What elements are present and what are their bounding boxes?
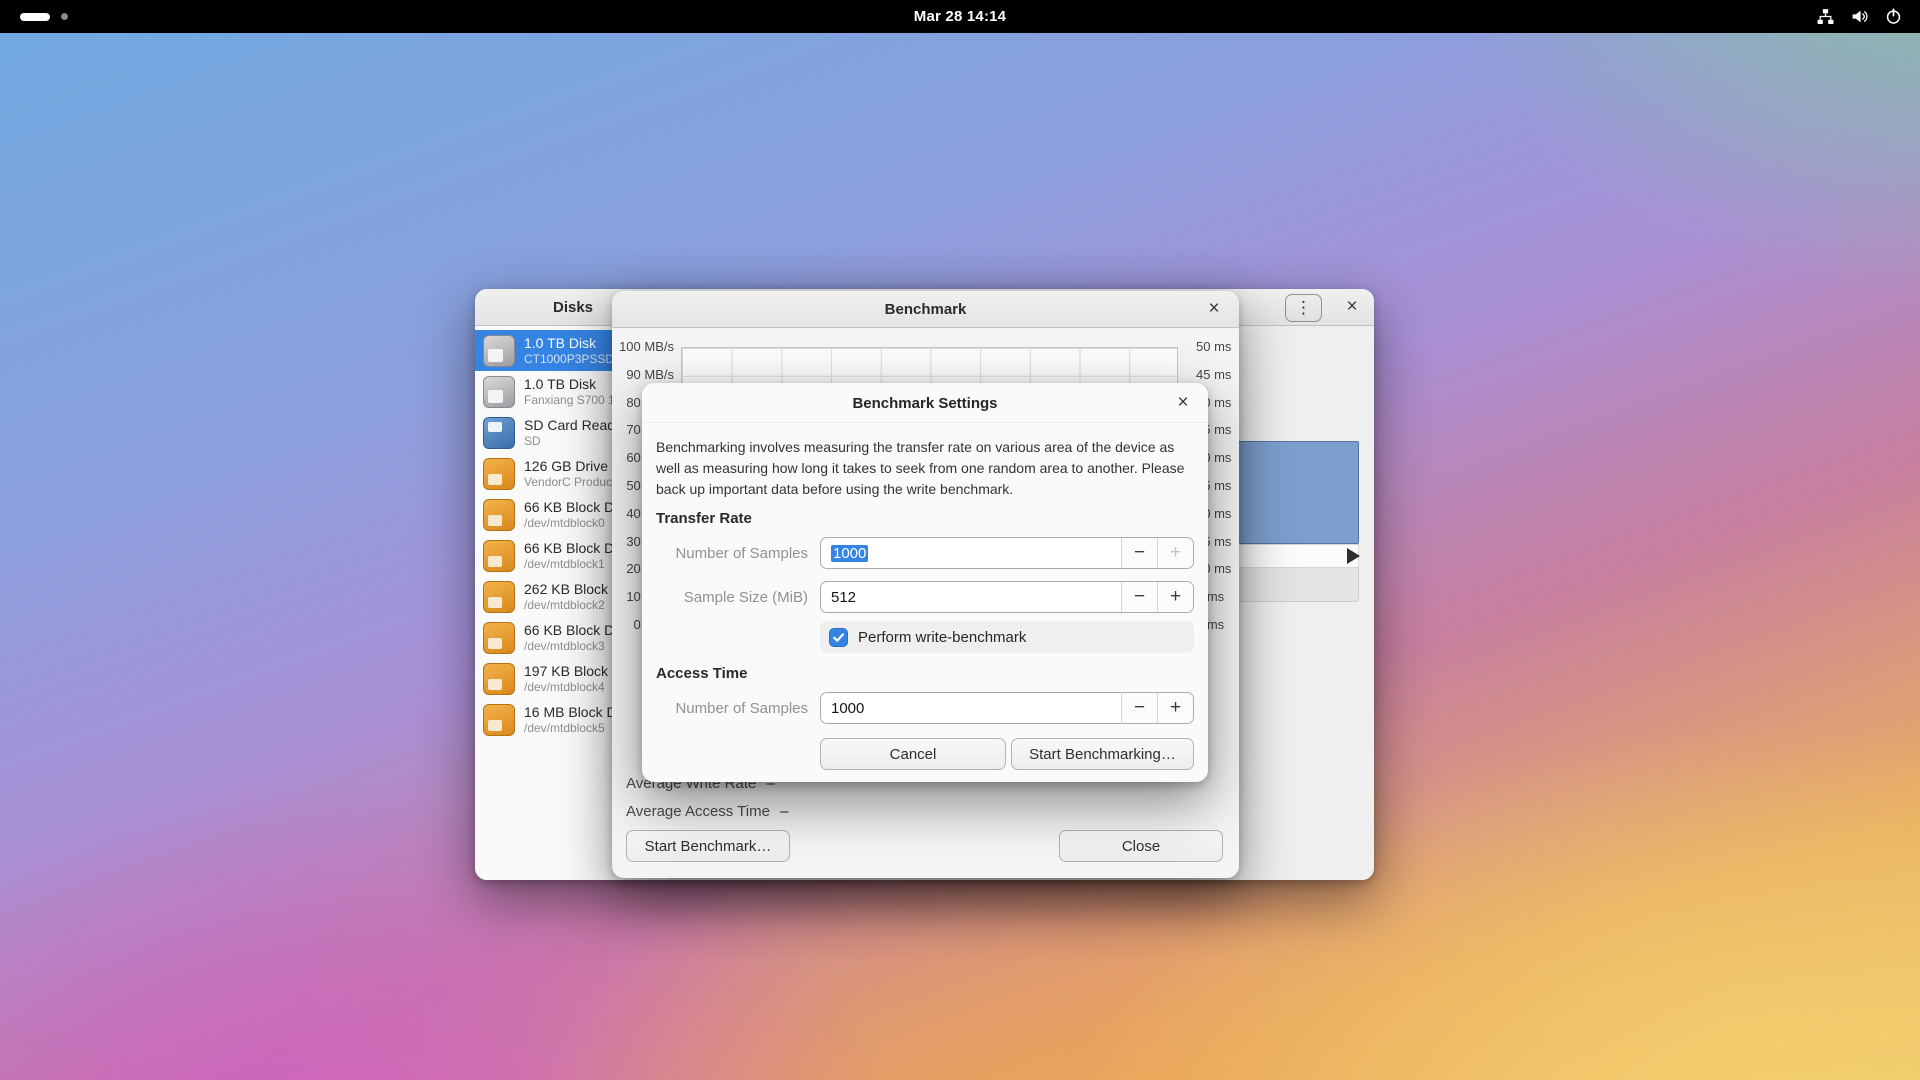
disks-close-button[interactable]: ×: [1339, 294, 1365, 320]
top-bar: Mar 28 14:14: [0, 0, 1920, 33]
drive-icon-detail: [488, 556, 502, 567]
sample-size-input[interactable]: 512: [821, 582, 1121, 612]
sample-size-label: Sample Size (MiB): [656, 589, 808, 606]
access-samples-entry-group: 1000 − +: [820, 692, 1194, 724]
settings-body: Benchmarking involves measuring the tran…: [642, 423, 1208, 770]
axis-tick-label: 90 MB/s: [626, 367, 674, 383]
write-benchmark-checkbox[interactable]: [829, 628, 848, 647]
axis-tick-label: 100 MB/s: [619, 339, 674, 355]
drive-icon: [483, 335, 515, 367]
access-time-heading: Access Time: [656, 665, 1194, 682]
samples-label: Number of Samples: [656, 545, 808, 562]
drive-icon: [483, 540, 515, 572]
system-tray[interactable]: [1817, 0, 1902, 33]
drive-icon: [483, 704, 515, 736]
disk-title: 1.0 TB Disk: [524, 335, 621, 352]
start-benchmark-button[interactable]: Start Benchmark…: [626, 830, 790, 862]
network-icon: [1817, 8, 1834, 25]
access-samples-plus-button[interactable]: +: [1157, 693, 1193, 723]
stat-row: Average Access Time –: [626, 797, 788, 825]
samples-entry-group: 1000 − +: [820, 537, 1194, 569]
benchmark-footer: Start Benchmark… Close: [626, 830, 1223, 862]
drive-icon-detail: [488, 422, 502, 432]
access-samples-row: Number of Samples 1000 − +: [656, 692, 1194, 724]
drive-icon: [483, 581, 515, 613]
access-samples-label: Number of Samples: [656, 700, 808, 717]
drive-icon-detail: [488, 597, 502, 608]
transfer-rate-heading: Transfer Rate: [656, 510, 1194, 527]
samples-row: Number of Samples 1000 − +: [656, 537, 1194, 569]
write-benchmark-label: Perform write-benchmark: [858, 629, 1026, 646]
drive-icon-detail: [488, 349, 503, 362]
sample-size-minus-button[interactable]: −: [1121, 582, 1157, 612]
mount-play-icon[interactable]: [1347, 548, 1360, 564]
activities-button[interactable]: [14, 0, 74, 33]
samples-input[interactable]: 1000: [821, 538, 1121, 568]
drive-icon: [483, 663, 515, 695]
volume-icon: [1851, 8, 1868, 25]
samples-minus-button[interactable]: −: [1121, 538, 1157, 568]
samples-plus-button[interactable]: +: [1157, 538, 1193, 568]
settings-description: Benchmarking involves measuring the tran…: [656, 437, 1194, 500]
stat-label: Average Access Time: [626, 803, 770, 820]
settings-titlebar: Benchmark Settings ×: [642, 383, 1208, 423]
drive-icon-detail: [488, 720, 502, 731]
disk-subtitle: CT1000P3PSSD8: [524, 352, 621, 367]
drive-icon: [483, 499, 515, 531]
selected-text: 1000: [831, 545, 868, 562]
benchmark-titlebar: Benchmark ×: [612, 291, 1239, 328]
benchmark-close-button[interactable]: ×: [1201, 296, 1227, 322]
power-icon: [1885, 8, 1902, 25]
disk-title: 126 GB Drive: [524, 458, 624, 475]
disks-menu-button[interactable]: ⋮: [1285, 294, 1322, 322]
access-samples-minus-button[interactable]: −: [1121, 693, 1157, 723]
disk-subtitle: VendorC ProductC: [524, 475, 624, 490]
desktop: Mar 28 14:14 Disks ⋮ × 1.0 T: [0, 0, 1920, 1080]
workspace-dot-icon: [61, 13, 68, 20]
settings-title: Benchmark Settings: [642, 383, 1208, 423]
axis-tick-label: 45 ms: [1196, 367, 1231, 383]
clock[interactable]: Mar 28 14:14: [914, 8, 1006, 25]
drive-icon: [483, 417, 515, 449]
drive-icon-detail: [488, 638, 502, 649]
write-benchmark-row: Perform write-benchmark: [820, 621, 1194, 653]
disk-text: 1.0 TB Disk CT1000P3PSSD8: [524, 335, 621, 367]
benchmark-title: Benchmark: [612, 291, 1239, 328]
cancel-button[interactable]: Cancel: [820, 738, 1006, 770]
drive-icon-detail: [488, 474, 502, 485]
drive-icon: [483, 376, 515, 408]
drive-icon-detail: [488, 679, 502, 690]
drive-icon: [483, 458, 515, 490]
access-samples-input[interactable]: 1000: [821, 693, 1121, 723]
benchmark-close-footer-button[interactable]: Close: [1059, 830, 1223, 862]
start-benchmarking-button[interactable]: Start Benchmarking…: [1011, 738, 1194, 770]
disk-text: 126 GB Drive VendorC ProductC: [524, 458, 624, 490]
sample-size-plus-button[interactable]: +: [1157, 582, 1193, 612]
drive-icon-detail: [488, 390, 503, 403]
workspace-pill-icon: [20, 13, 50, 21]
stat-value: –: [780, 803, 788, 820]
drive-icon-detail: [488, 515, 502, 526]
benchmark-settings-dialog: Benchmark Settings × Benchmarking involv…: [642, 383, 1208, 782]
drive-icon: [483, 622, 515, 654]
axis-tick-label: 50 ms: [1196, 339, 1231, 355]
sample-size-row: Sample Size (MiB) 512 − +: [656, 581, 1194, 613]
sample-size-entry-group: 512 − +: [820, 581, 1194, 613]
settings-footer: Cancel Start Benchmarking…: [820, 738, 1194, 770]
settings-close-button[interactable]: ×: [1170, 390, 1196, 416]
